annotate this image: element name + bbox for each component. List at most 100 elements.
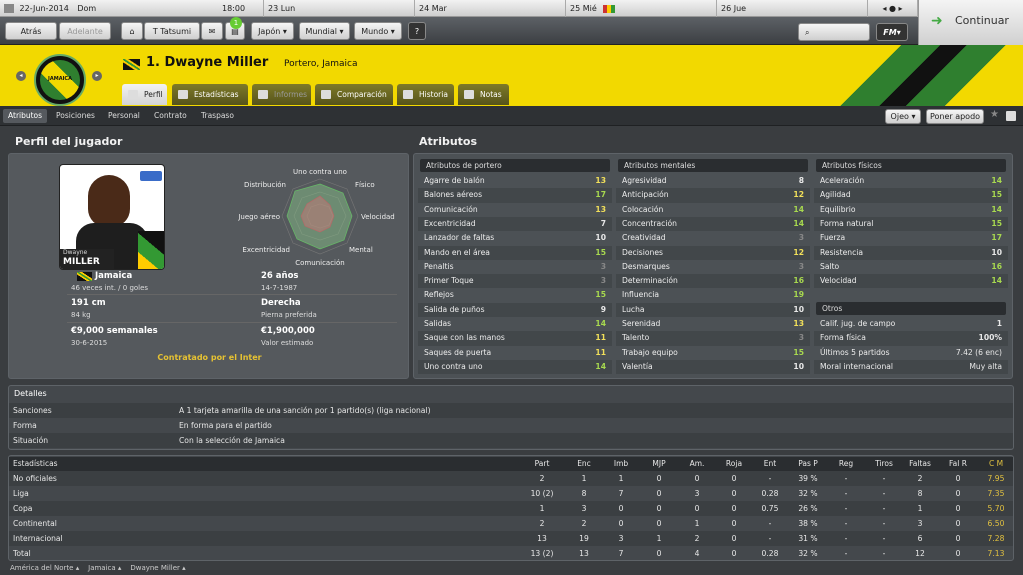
menu-mundo[interactable]: Mundo ▾ [354, 22, 402, 40]
attribute-row[interactable]: Agresividad 8 [616, 174, 810, 188]
fm-menu-button[interactable]: FM▾ [876, 23, 908, 41]
stats-row[interactable]: Liga 10 (2) 8 7 0 3 0 0.28 32 % - - 8 0 7.35 [9, 486, 1013, 501]
stats-column-header[interactable]: Am. [677, 457, 717, 471]
attribute-row[interactable]: Influencia 19 [616, 288, 810, 302]
stats-column-header[interactable]: Roja [714, 457, 754, 471]
attribute-row[interactable]: Primer Toque 3 [418, 274, 612, 289]
back-button[interactable]: Atrás [5, 22, 57, 40]
home-button[interactable]: ⌂ [121, 22, 143, 40]
stats-column-header[interactable]: Reg [826, 457, 866, 471]
attribute-row[interactable]: Resistencia 10 [814, 245, 1008, 260]
stats-column-header[interactable]: Ent [750, 457, 790, 471]
attribute-value: 12 [793, 190, 804, 200]
attribute-row[interactable]: Salto 16 [814, 260, 1008, 274]
attribute-row[interactable]: Balones aéreos 17 [418, 188, 612, 203]
stats-row[interactable]: Total 13 (2) 13 7 0 4 0 0.28 32 % - - 12 0 7.13 [9, 546, 1013, 561]
stats-column-header[interactable]: Pas P [788, 457, 828, 471]
stats-column-header[interactable]: Faltas [900, 457, 940, 471]
attribute-row[interactable]: Agilidad 15 [814, 188, 1008, 203]
subtab-traspaso[interactable]: Traspaso [196, 109, 239, 123]
menu-mundial[interactable]: Mundial ▾ [299, 22, 350, 40]
attribute-row[interactable]: Mando en el área 15 [418, 245, 612, 260]
attribute-row[interactable]: Concentración 14 [616, 216, 810, 232]
stats-column-header[interactable]: Fal R [938, 457, 978, 471]
attribute-value: 15 [991, 218, 1002, 228]
prev-player-button[interactable]: ◂ [16, 71, 26, 81]
stats-column-header[interactable]: Tiros [864, 457, 904, 471]
next-player-button[interactable]: ▸ [92, 71, 102, 81]
nickname-button[interactable]: Poner apodo [926, 109, 984, 124]
breadcrumb-item[interactable]: Dwayne Miller [130, 564, 180, 572]
attribute-row[interactable]: Saque con las manos 11 [418, 331, 612, 346]
attribute-row[interactable]: Moral internacional Muy alta [814, 359, 1008, 375]
breadcrumb-item[interactable]: Jamaica [88, 564, 116, 572]
stats-column-header[interactable]: Enc [564, 457, 604, 471]
edit-icon[interactable] [1006, 111, 1016, 121]
attribute-row[interactable]: Determinación 16 [616, 274, 810, 289]
breadcrumb-item[interactable]: América del Norte [10, 564, 73, 572]
attribute-row[interactable]: Reflejos 15 [418, 288, 612, 302]
attribute-row[interactable]: Forma física 100% [814, 331, 1008, 346]
stats-column-header[interactable]: MJP [639, 457, 679, 471]
attribute-row[interactable]: Penaltis 3 [418, 260, 612, 274]
calendar-nav[interactable]: ◂ ● ▸ [868, 0, 918, 17]
attribute-row[interactable]: Lanzador de faltas 10 [418, 231, 612, 245]
scout-button[interactable]: Ojeo ▾ [885, 109, 921, 124]
team-button[interactable]: T Tatsumi [144, 22, 200, 40]
stats-cell: 0 [955, 504, 961, 513]
attribute-row[interactable]: Salida de puños 9 [418, 302, 612, 317]
tab-estadisticas[interactable]: Estadísticas [172, 84, 248, 105]
attribute-row[interactable]: Salidas 14 [418, 317, 612, 331]
attribute-row[interactable]: Talento 3 [616, 331, 810, 346]
attribute-row[interactable]: Creatividad 3 [616, 231, 810, 245]
attribute-row[interactable]: Calif. jug. de campo 1 [814, 317, 1008, 331]
stats-row[interactable]: Internacional 13 19 3 1 2 0 - 31 % - - 6 0 7.28 [9, 531, 1013, 546]
tab-historia[interactable]: Historia [397, 84, 454, 105]
search-input[interactable]: ⌕ [798, 23, 870, 41]
continue-button[interactable]: ➜ Continuar [918, 0, 1023, 45]
tab-comparacion[interactable]: Comparación [315, 84, 393, 105]
subtab-posiciones[interactable]: Posiciones [51, 109, 100, 123]
stats-column-header[interactable]: Imb [601, 457, 641, 471]
attribute-row[interactable]: Equilibrio 14 [814, 203, 1008, 217]
subtab-personal[interactable]: Personal [103, 109, 145, 123]
attribute-row[interactable]: Desmarques 3 [616, 260, 810, 274]
forward-button[interactable]: Adelante [59, 22, 111, 40]
tab-notas[interactable]: Notas [458, 84, 509, 105]
attribute-row[interactable]: Colocación 14 [616, 203, 810, 217]
attribute-row[interactable]: Forma natural 15 [814, 216, 1008, 232]
stats-row[interactable]: No oficiales 2 1 1 0 0 0 - 39 % - - 2 0 7.95 [9, 471, 1013, 486]
tab-informes[interactable]: Informes [252, 84, 311, 105]
attribute-row[interactable]: Saques de puerta 11 [418, 346, 612, 360]
attribute-row[interactable]: Fuerza 17 [814, 231, 1008, 245]
star-icon[interactable]: ★ [990, 109, 999, 120]
attribute-row[interactable]: Agarre de balón 13 [418, 174, 612, 188]
attribute-row[interactable]: Comunicación 13 [418, 203, 612, 217]
attribute-row[interactable]: Valentía 10 [616, 359, 810, 375]
attribute-row[interactable]: Uno contra uno 14 [418, 359, 612, 375]
stats-row[interactable]: Continental 2 2 0 0 1 0 - 38 % - - 3 0 6.50 [9, 516, 1013, 531]
nationality[interactable]: Jamaica [95, 271, 132, 281]
subtab-contrato[interactable]: Contrato [149, 109, 192, 123]
calendar-day[interactable]: 24 Mar [415, 0, 566, 17]
help-button[interactable]: ? [408, 22, 426, 40]
attribute-row[interactable]: Lucha 10 [616, 302, 810, 317]
attribute-row[interactable]: Aceleración 14 [814, 174, 1008, 188]
calendar-day[interactable]: 25 Mié [566, 0, 717, 17]
stats-column-header[interactable]: Part [522, 457, 562, 471]
attribute-row[interactable]: Serenidad 13 [616, 317, 810, 331]
attribute-row[interactable]: Velocidad 14 [814, 274, 1008, 289]
attribute-row[interactable]: Últimos 5 partidos 7.42 (6 enc) [814, 346, 1008, 360]
attribute-row[interactable]: Anticipación 12 [616, 188, 810, 203]
stats-column-header[interactable]: C M [976, 457, 1016, 471]
mail-button[interactable]: ✉ [201, 22, 223, 40]
attribute-row[interactable]: Excentricidad 7 [418, 216, 612, 232]
tab-perfil[interactable]: Perfil [122, 84, 167, 105]
subtab-atributos[interactable]: Atributos [3, 109, 48, 123]
attribute-row[interactable]: Decisiones 12 [616, 245, 810, 260]
calendar-day[interactable]: 23 Lun [264, 0, 415, 17]
stats-row[interactable]: Copa 1 3 0 0 0 0 0.75 26 % - - 1 0 5.70 [9, 501, 1013, 516]
calendar-day[interactable]: 26 Jue [717, 0, 868, 17]
menu-japon[interactable]: Japón ▾ [251, 22, 294, 40]
attribute-row[interactable]: Trabajo equipo 15 [616, 346, 810, 360]
